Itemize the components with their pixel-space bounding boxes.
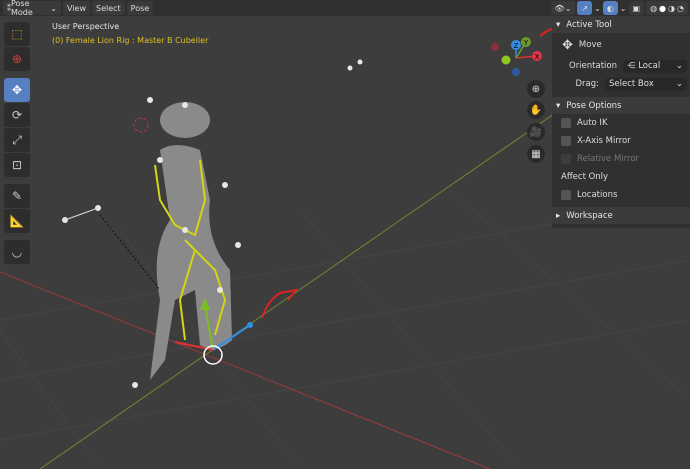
drag-label: Drag: [575, 79, 599, 89]
chevron-down-icon: ⌄ [50, 3, 57, 13]
measure-tool[interactable]: 📐 [4, 209, 30, 233]
curve-icon: ◡ [11, 245, 23, 259]
checkbox-label: X-Axis Mirror [577, 136, 631, 146]
eye-icon: 👁 [554, 3, 565, 13]
ortho-toggle-button[interactable]: ▦ [527, 145, 545, 163]
checkbox-label: Relative Mirror [577, 154, 640, 164]
panel-title: Active Tool [566, 19, 612, 30]
affect-only-label: Affect Only [561, 172, 609, 182]
hand-icon: ✋ [529, 104, 543, 116]
x-axis-line [0, 271, 491, 469]
pan-button[interactable]: ✋ [527, 101, 545, 119]
ruler-icon: 📐 [9, 214, 25, 228]
wireframe-icon[interactable]: ◍ [650, 4, 657, 13]
gizmo-toggle[interactable]: ↗ [577, 1, 593, 15]
checkbox-label: Auto IK [577, 118, 608, 128]
select-box-icon: ⬚ [11, 27, 23, 41]
object-info: (0) Female Lion Rig : Master B Cubelier [52, 36, 209, 45]
shading-modes: ◍ ● ◑ ◔ [646, 1, 688, 15]
navigation-gizmo[interactable]: Z Y X [491, 37, 542, 76]
drag-row: Drag: Select Box ⌄ [552, 75, 690, 93]
transform-icon: ⊡ [11, 158, 23, 172]
move-icon: ✥ [11, 83, 23, 97]
active-tool-row: ✥ Move [552, 33, 690, 57]
cursor-tool[interactable]: ⊕ [4, 47, 30, 71]
collapsed-triangle-icon: ▸ [556, 210, 561, 221]
mode-dropdown[interactable]: ⁑ Pose Mode ⌄ [3, 0, 61, 17]
pose-options-header[interactable]: ▾ Pose Options [552, 97, 690, 114]
local-icon: ⋲ [627, 61, 636, 71]
menu-select[interactable]: Select [91, 1, 125, 15]
checkbox-label: Locations [577, 190, 618, 200]
chevron-down-icon: ⌄ [675, 61, 683, 71]
camera-icon: 🎥 [529, 126, 543, 138]
move-tool[interactable]: ✥ [4, 78, 30, 102]
menu-pose[interactable]: Pose [126, 1, 154, 15]
drag-value: Select Box [609, 79, 654, 89]
viewport-header: ⁑ Pose Mode ⌄ View Select Pose 👁 ⌄ ↗ ⌄ ◐ ⌄ ▣ … [0, 0, 690, 17]
camera-view-button[interactable]: 🎥 [527, 123, 545, 141]
relative-mirror-checkbox: Relative Mirror [552, 150, 690, 168]
scale-icon: ⤢ [12, 132, 22, 147]
expand-triangle-icon: ▾ [556, 19, 561, 30]
rotate-icon: ⟳ [11, 108, 23, 122]
xray-icon: ▣ [632, 3, 641, 13]
gizmo-x-label: X [535, 53, 540, 61]
orientation-label: Orientation [569, 61, 617, 71]
rendered-icon[interactable]: ◔ [677, 4, 684, 13]
workspace-header[interactable]: ▸ Workspace [552, 207, 690, 224]
drag-dropdown[interactable]: Select Box ⌄ [605, 77, 687, 91]
chevron-down-icon[interactable]: ⌄ [594, 4, 601, 13]
overlay-toggle[interactable]: ◐ [602, 1, 618, 15]
character-mesh [150, 102, 232, 380]
gizmo-icon: ↗ [581, 3, 589, 13]
checkbox-icon [561, 136, 571, 146]
rotate-tool[interactable]: ⟳ [4, 103, 30, 127]
panel-title: Pose Options [566, 100, 622, 111]
overlay-icon: ◐ [606, 3, 614, 13]
cursor-icon: ⊕ [11, 52, 23, 66]
gizmo-y-label: Y [523, 39, 529, 47]
chevron-down-icon: ⌄ [675, 79, 683, 89]
grid-icon: ▦ [531, 148, 541, 160]
xray-toggle[interactable]: ▣ [628, 1, 645, 15]
orientation-row: Orientation ⋲ Local ⌄ [552, 57, 690, 75]
auto-ik-checkbox[interactable]: Auto IK [552, 114, 690, 132]
zoom-icon: ⊕ [531, 83, 541, 95]
relax-pose-tool[interactable]: ◡ [4, 240, 30, 264]
move-icon: ✥ [562, 37, 573, 53]
3d-cursor[interactable] [133, 117, 149, 133]
expand-triangle-icon: ▾ [556, 100, 561, 111]
chevron-down-icon[interactable]: ⌄ [620, 4, 627, 13]
solid-icon[interactable]: ● [659, 4, 666, 13]
pencil-icon: ✎ [11, 189, 23, 203]
gizmo-z-label: Z [514, 42, 519, 50]
material-icon[interactable]: ◑ [668, 4, 675, 13]
annotate-tool[interactable]: ✎ [4, 184, 30, 208]
mode-label: Pose Mode [11, 0, 33, 17]
active-tool-header[interactable]: ▾ Active Tool [552, 16, 690, 33]
orientation-dropdown[interactable]: ⋲ Local ⌄ [623, 59, 687, 73]
x-axis-mirror-checkbox[interactable]: X-Axis Mirror [552, 132, 690, 150]
transform-tool[interactable]: ⊡ [4, 153, 30, 177]
relationship-line [99, 214, 161, 291]
sidebar-panel: ▾ Active Tool ✥ Move Orientation ⋲ Local ⌄ D… [552, 16, 690, 228]
select-box-tool[interactable]: ⬚ [4, 22, 30, 46]
floor-grid [0, 189, 690, 469]
checkbox-icon [561, 118, 571, 128]
perspective-label: User Perspective [52, 22, 120, 31]
zoom-button[interactable]: ⊕ [527, 80, 545, 98]
checkbox-icon [561, 190, 571, 200]
scale-tool[interactable]: ⤢ [4, 128, 30, 152]
panel-title: Workspace [566, 210, 613, 221]
menu-view[interactable]: View [63, 1, 90, 15]
orientation-value: Local [638, 61, 661, 71]
checkbox-icon [561, 154, 571, 164]
ik-bone [64, 207, 99, 221]
tool-shelf: ⬚ ⊕ ✥ ⟳ ⤢ ⊡ ✎ 📐 ◡ [4, 22, 30, 265]
visibility-dropdown[interactable]: 👁 ⌄ [550, 1, 576, 15]
locations-checkbox[interactable]: Locations [552, 186, 690, 204]
tool-name: Move [578, 40, 602, 50]
